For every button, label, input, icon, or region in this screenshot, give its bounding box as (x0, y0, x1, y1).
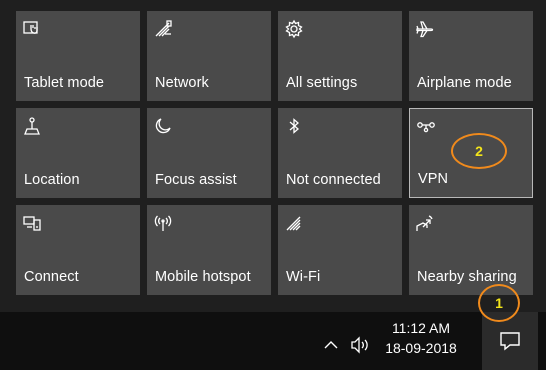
tile-network[interactable]: Network (147, 11, 271, 101)
show-hidden-icons-chevron-up-icon[interactable] (322, 338, 340, 352)
tablet-mode-icon (22, 19, 42, 39)
tile-label: VPN (418, 171, 449, 187)
tile-nearby-sharing[interactable]: Nearby sharing (409, 205, 533, 295)
notification-icon (500, 332, 520, 351)
airplane-icon (415, 19, 435, 39)
annotation-marker-2: 2 (451, 133, 507, 169)
tile-bluetooth[interactable]: Not connected (278, 108, 402, 198)
volume-icon[interactable] (350, 336, 372, 354)
clock-time: 11:12 AM (391, 320, 451, 336)
taskbar: 11:12 AM 18-09-2018 (0, 312, 546, 370)
tile-label: Airplane mode (417, 75, 512, 91)
annotation-marker-1: 1 (478, 284, 520, 322)
vpn-icon (416, 117, 436, 137)
bluetooth-icon (284, 116, 304, 136)
tile-wifi[interactable]: Wi-Fi (278, 205, 402, 295)
clock-date: 18-09-2018 (385, 340, 457, 356)
tile-tablet-mode[interactable]: Tablet mode (16, 11, 140, 101)
gear-icon (284, 19, 304, 39)
network-icon (153, 19, 173, 39)
tile-focus-assist[interactable]: Focus assist (147, 108, 271, 198)
tile-label: Tablet mode (24, 75, 105, 91)
tile-location[interactable]: Location (16, 108, 140, 198)
tile-label: Nearby sharing (417, 269, 517, 285)
tile-all-settings[interactable]: All settings (278, 11, 402, 101)
tile-label: Network (155, 75, 209, 91)
location-icon (22, 116, 42, 136)
tile-label: Mobile hotspot (155, 269, 251, 285)
tile-airplane-mode[interactable]: Airplane mode (409, 11, 533, 101)
action-center-panel: Tablet mode Network All settings Airplan… (0, 0, 546, 370)
tile-label: Wi-Fi (286, 269, 321, 285)
tile-connect[interactable]: Connect (16, 205, 140, 295)
wifi-icon (284, 213, 304, 233)
connect-icon (22, 213, 42, 233)
tile-label: Connect (24, 269, 79, 285)
tile-label: All settings (286, 75, 358, 91)
moon-icon (153, 116, 173, 136)
nearby-sharing-icon (415, 213, 435, 233)
tile-label: Location (24, 172, 80, 188)
hotspot-icon (153, 213, 173, 233)
tile-label: Focus assist (155, 172, 237, 188)
tile-mobile-hotspot[interactable]: Mobile hotspot (147, 205, 271, 295)
system-clock[interactable]: 11:12 AM 18-09-2018 (385, 318, 457, 358)
tile-label: Not connected (286, 172, 381, 188)
